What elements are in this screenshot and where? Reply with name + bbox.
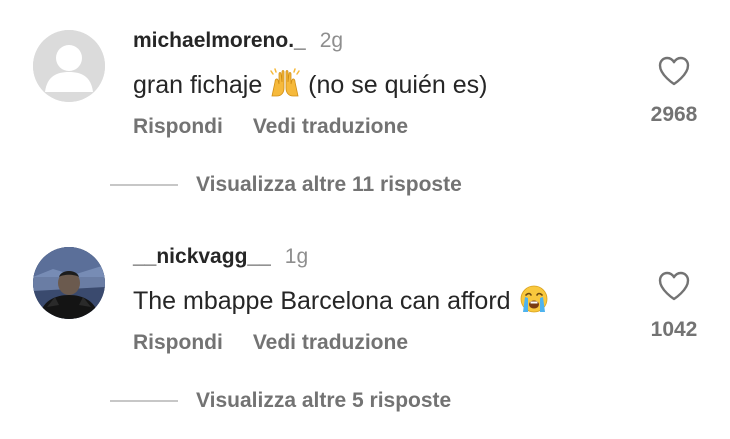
- timestamp: 1g: [284, 245, 309, 268]
- comment-header: __nickvagg__ 1g: [133, 244, 308, 270]
- user-photo-avatar-icon: [33, 247, 105, 319]
- comment-text-end: (no se quién es): [301, 71, 488, 99]
- comment-item: michaelmoreno._ 2g gran fichaje (no se qu…: [0, 0, 730, 220]
- view-replies-label: Visualizza altre 5 risposte: [196, 389, 452, 412]
- translate-button[interactable]: Vedi traduzione: [253, 115, 408, 138]
- heart-icon[interactable]: [657, 55, 691, 87]
- comment-text-start: The mbappe Barcelona can afford: [133, 287, 518, 315]
- comment-item: __nickvagg__ 1g The mbappe Barcelona can …: [0, 220, 730, 439]
- comment-actions: Rispondi Vedi traduzione: [133, 114, 408, 140]
- like-section: 1042: [644, 270, 704, 343]
- view-replies-button[interactable]: Visualizza altre 5 risposte: [110, 388, 451, 414]
- like-count: 1042: [650, 318, 698, 341]
- like-count: 2968: [650, 103, 698, 126]
- view-replies-button[interactable]: Visualizza altre 11 risposte: [110, 172, 462, 198]
- comment-text: gran fichaje (no se quién es): [133, 68, 487, 101]
- username[interactable]: michaelmoreno._: [133, 29, 306, 52]
- view-replies-label: Visualizza altre 11 risposte: [196, 173, 462, 196]
- comment-text-start: gran fichaje: [133, 71, 270, 99]
- replies-divider: [110, 184, 178, 186]
- reply-button[interactable]: Rispondi: [133, 331, 223, 354]
- timestamp: 2g: [319, 29, 344, 52]
- raising-hands-emoji-icon: [269, 68, 301, 98]
- reply-button[interactable]: Rispondi: [133, 115, 223, 138]
- translate-button[interactable]: Vedi traduzione: [253, 331, 408, 354]
- loudly-crying-face-emoji-icon: [518, 284, 550, 314]
- avatar[interactable]: [33, 30, 105, 102]
- heart-icon[interactable]: [657, 270, 691, 302]
- replies-divider: [110, 400, 178, 402]
- avatar[interactable]: [33, 247, 105, 319]
- comment-text: The mbappe Barcelona can afford: [133, 284, 550, 317]
- comment-actions: Rispondi Vedi traduzione: [133, 330, 408, 356]
- default-avatar-icon: [33, 30, 105, 102]
- like-section: 2968: [644, 55, 704, 128]
- comment-header: michaelmoreno._ 2g: [133, 28, 343, 54]
- username[interactable]: __nickvagg__: [133, 245, 271, 268]
